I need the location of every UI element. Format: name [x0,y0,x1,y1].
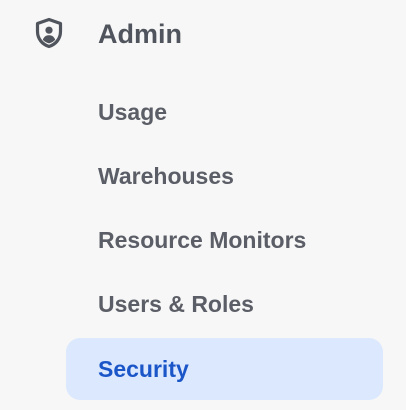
sidebar-item-label: Users & Roles [98,291,254,317]
sidebar-item-security[interactable]: Security [66,338,383,400]
sidebar-item-resource-monitors[interactable]: Resource Monitors [66,209,383,271]
sidebar-item-warehouses[interactable]: Warehouses [66,145,383,207]
sidebar-item-label: Security [98,356,189,382]
sidebar-item-label: Resource Monitors [98,227,307,253]
sidebar-item-label: Usage [98,99,168,125]
section-header-admin[interactable]: Admin [0,0,406,68]
admin-sidebar-nav: Admin Usage Warehouses Resource Monitors… [0,0,406,410]
sidebar-item-label: Warehouses [98,163,234,189]
sidebar-item-usage[interactable]: Usage [66,81,383,143]
section-title: Admin [98,19,182,49]
sidebar-item-users-roles[interactable]: Users & Roles [66,273,383,335]
shield-user-icon [32,16,66,50]
